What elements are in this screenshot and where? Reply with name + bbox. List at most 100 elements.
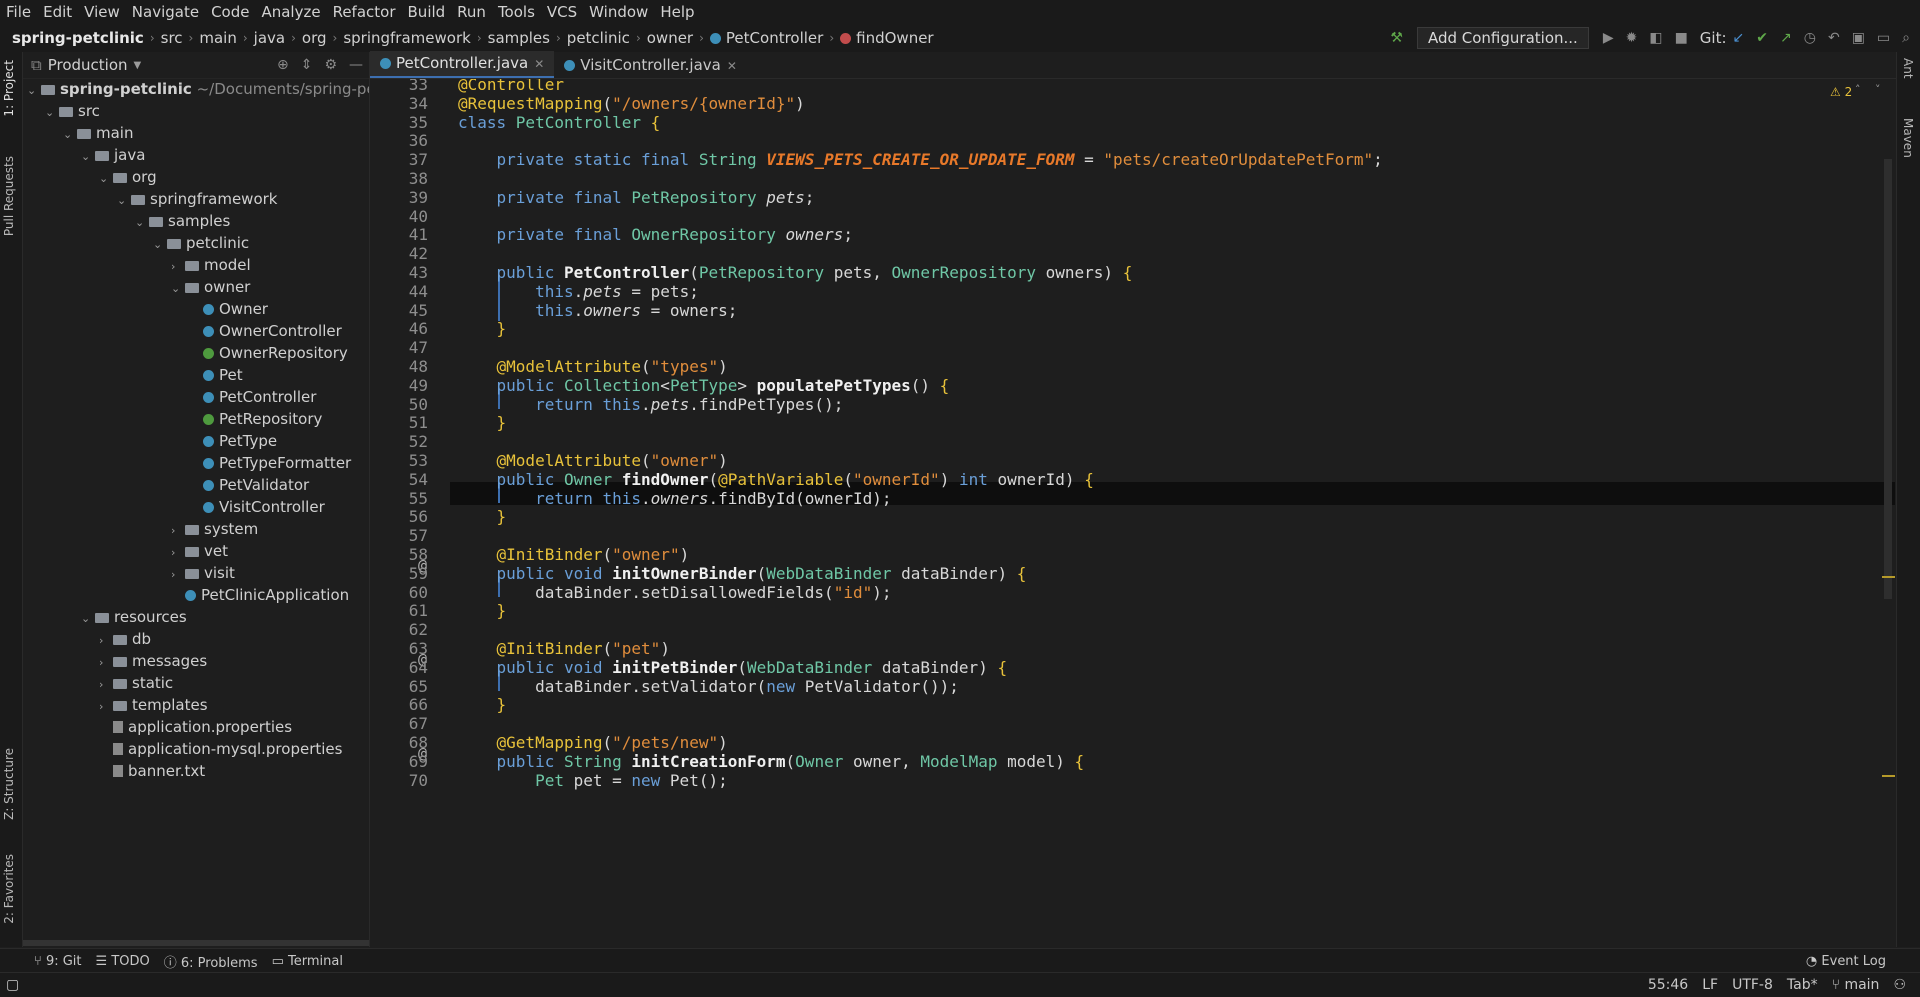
tree-item[interactable]: ⌄ samples bbox=[135, 210, 230, 232]
breadcrumb-method[interactable]: findOwner bbox=[840, 29, 934, 47]
tree-item[interactable]: banner.txt bbox=[99, 760, 205, 782]
line-number[interactable]: 46 bbox=[370, 319, 428, 338]
stop-icon[interactable]: ■ bbox=[1675, 30, 1688, 46]
line-number[interactable]: 56 bbox=[370, 507, 428, 526]
line-number[interactable]: 47 bbox=[370, 338, 428, 357]
breadcrumb-item[interactable]: petclinic bbox=[567, 29, 630, 47]
line-number[interactable]: 33 bbox=[370, 79, 428, 94]
tree-item[interactable]: ⌄ petclinic bbox=[153, 232, 249, 254]
add-configuration-button[interactable]: Add Configuration... bbox=[1416, 27, 1589, 49]
gear-icon[interactable]: ⚙ bbox=[324, 57, 337, 73]
line-number[interactable]: 66 bbox=[370, 695, 428, 714]
line-number[interactable]: 58 bbox=[370, 545, 428, 564]
line-number[interactable]: 61 bbox=[370, 601, 428, 620]
line-number[interactable]: 59 bbox=[370, 564, 428, 583]
line-number[interactable]: 69 bbox=[370, 752, 428, 771]
tool-tab-ant[interactable]: Ant bbox=[1901, 58, 1915, 79]
line-number[interactable]: 50 bbox=[370, 395, 428, 414]
breadcrumb-item[interactable]: org bbox=[302, 29, 327, 47]
line-number[interactable]: 63 bbox=[370, 639, 428, 658]
power-save-icon[interactable]: ⚇ bbox=[1893, 977, 1906, 993]
menu-edit[interactable]: Edit bbox=[37, 0, 78, 24]
line-separator[interactable]: LF bbox=[1702, 977, 1718, 993]
tool-tab-todo[interactable]: ☰ TODO bbox=[96, 954, 150, 969]
tree-item[interactable]: Owner bbox=[189, 298, 268, 320]
menu-analyze[interactable]: Analyze bbox=[255, 0, 326, 24]
menu-vcs[interactable]: VCS bbox=[541, 0, 583, 24]
tree-item[interactable]: ⌄ src bbox=[45, 100, 100, 122]
close-icon[interactable]: ✕ bbox=[727, 59, 737, 73]
tree-item[interactable]: › static bbox=[99, 672, 173, 694]
breadcrumb-item[interactable]: samples bbox=[488, 29, 550, 47]
tree-item[interactable]: PetValidator bbox=[189, 474, 309, 496]
line-number[interactable]: 48 bbox=[370, 357, 428, 376]
tree-item[interactable]: ⌄ main bbox=[63, 122, 133, 144]
tree-item[interactable]: ⌄ springframework bbox=[117, 188, 277, 210]
menu-run[interactable]: Run bbox=[451, 0, 492, 24]
line-number[interactable]: 67 bbox=[370, 714, 428, 733]
line-number[interactable]: 68 bbox=[370, 733, 428, 752]
build-hammer-icon[interactable]: ⚒ bbox=[1390, 30, 1403, 46]
tree-root[interactable]: ⌄ spring-petclinic ~/Documents/spring-pet… bbox=[27, 78, 369, 100]
line-number[interactable]: 49 bbox=[370, 376, 428, 395]
tree-item[interactable]: ⌄ org bbox=[99, 166, 157, 188]
git-commit-icon[interactable]: ✔ bbox=[1756, 30, 1768, 46]
line-number[interactable]: 62 bbox=[370, 620, 428, 639]
window-icon[interactable]: ▢ bbox=[6, 977, 19, 993]
breadcrumb-item[interactable]: springframework bbox=[343, 29, 470, 47]
line-number[interactable]: 60 bbox=[370, 583, 428, 602]
tree-item[interactable]: PetRepository bbox=[189, 408, 322, 430]
tool-tab-git[interactable]: ⑂ 9: Git bbox=[34, 954, 82, 969]
line-number[interactable]: 70 bbox=[370, 771, 428, 790]
tool-tab-pull-requests[interactable]: Pull Requests bbox=[2, 156, 16, 236]
tree-item[interactable]: PetController bbox=[189, 386, 316, 408]
breadcrumb-class[interactable]: PetController bbox=[709, 29, 823, 47]
rollback-icon[interactable]: ↶ bbox=[1828, 30, 1840, 46]
event-log-button[interactable]: ◔ Event Log bbox=[1806, 954, 1886, 969]
menu-build[interactable]: Build bbox=[402, 0, 452, 24]
warning-stripe[interactable] bbox=[1882, 576, 1895, 578]
close-icon[interactable]: ✕ bbox=[534, 57, 544, 71]
tree-item[interactable]: › messages bbox=[99, 650, 207, 672]
caret-position[interactable]: 55:46 bbox=[1648, 977, 1688, 993]
search-icon[interactable]: ⌕ bbox=[1902, 30, 1910, 46]
tree-item[interactable]: › model bbox=[171, 254, 251, 276]
line-number[interactable]: 55 bbox=[370, 489, 428, 508]
line-number[interactable]: 53 bbox=[370, 451, 428, 470]
tree-item[interactable]: PetTypeFormatter bbox=[189, 452, 351, 474]
layout-icon[interactable]: ▭ bbox=[1877, 30, 1890, 46]
line-number[interactable]: 40 bbox=[370, 207, 428, 226]
tree-item[interactable]: PetClinicApplication bbox=[171, 584, 349, 606]
warning-stripe[interactable] bbox=[1882, 775, 1895, 777]
line-number[interactable]: 52 bbox=[370, 432, 428, 451]
tree-item[interactable]: application-mysql.properties bbox=[99, 738, 342, 760]
menu-tools[interactable]: Tools bbox=[492, 0, 541, 24]
line-number[interactable]: 43 bbox=[370, 263, 428, 282]
warning-indicator[interactable]: ⚠ 2 bbox=[1830, 85, 1852, 99]
indent-setting[interactable]: Tab* bbox=[1787, 977, 1818, 993]
git-push-icon[interactable]: ↗ bbox=[1780, 30, 1792, 46]
breadcrumb-item[interactable]: java bbox=[254, 29, 285, 47]
line-number[interactable]: 36 bbox=[370, 131, 428, 150]
line-number[interactable]: 42 bbox=[370, 244, 428, 263]
breadcrumb-item[interactable]: owner bbox=[647, 29, 693, 47]
tool-tab-structure[interactable]: Z: Structure bbox=[2, 748, 16, 820]
git-branch-widget[interactable]: ⑂ main bbox=[1832, 977, 1880, 993]
tree-item[interactable]: VisitController bbox=[189, 496, 325, 518]
menu-window[interactable]: Window bbox=[583, 0, 654, 24]
line-number[interactable]: 65 bbox=[370, 677, 428, 696]
menu-view[interactable]: View bbox=[78, 0, 126, 24]
tree-item[interactable]: › templates bbox=[99, 694, 208, 716]
tree-item[interactable]: OwnerController bbox=[189, 320, 342, 342]
line-number[interactable]: 39 bbox=[370, 188, 428, 207]
chevron-down-icon[interactable]: ▼ bbox=[134, 60, 142, 71]
tool-tab-maven[interactable]: Maven bbox=[1901, 118, 1915, 158]
tree-item[interactable]: › system bbox=[171, 518, 258, 540]
horizontal-scrollbar[interactable] bbox=[23, 940, 369, 946]
tree-item[interactable]: OwnerRepository bbox=[189, 342, 348, 364]
tree-item[interactable]: PetType bbox=[189, 430, 277, 452]
collapse-all-icon[interactable]: ⇕ bbox=[301, 57, 313, 73]
breadcrumb-item[interactable]: main bbox=[199, 29, 236, 47]
vertical-scrollbar[interactable] bbox=[1884, 159, 1892, 599]
debug-icon[interactable]: ✹ bbox=[1626, 30, 1638, 46]
